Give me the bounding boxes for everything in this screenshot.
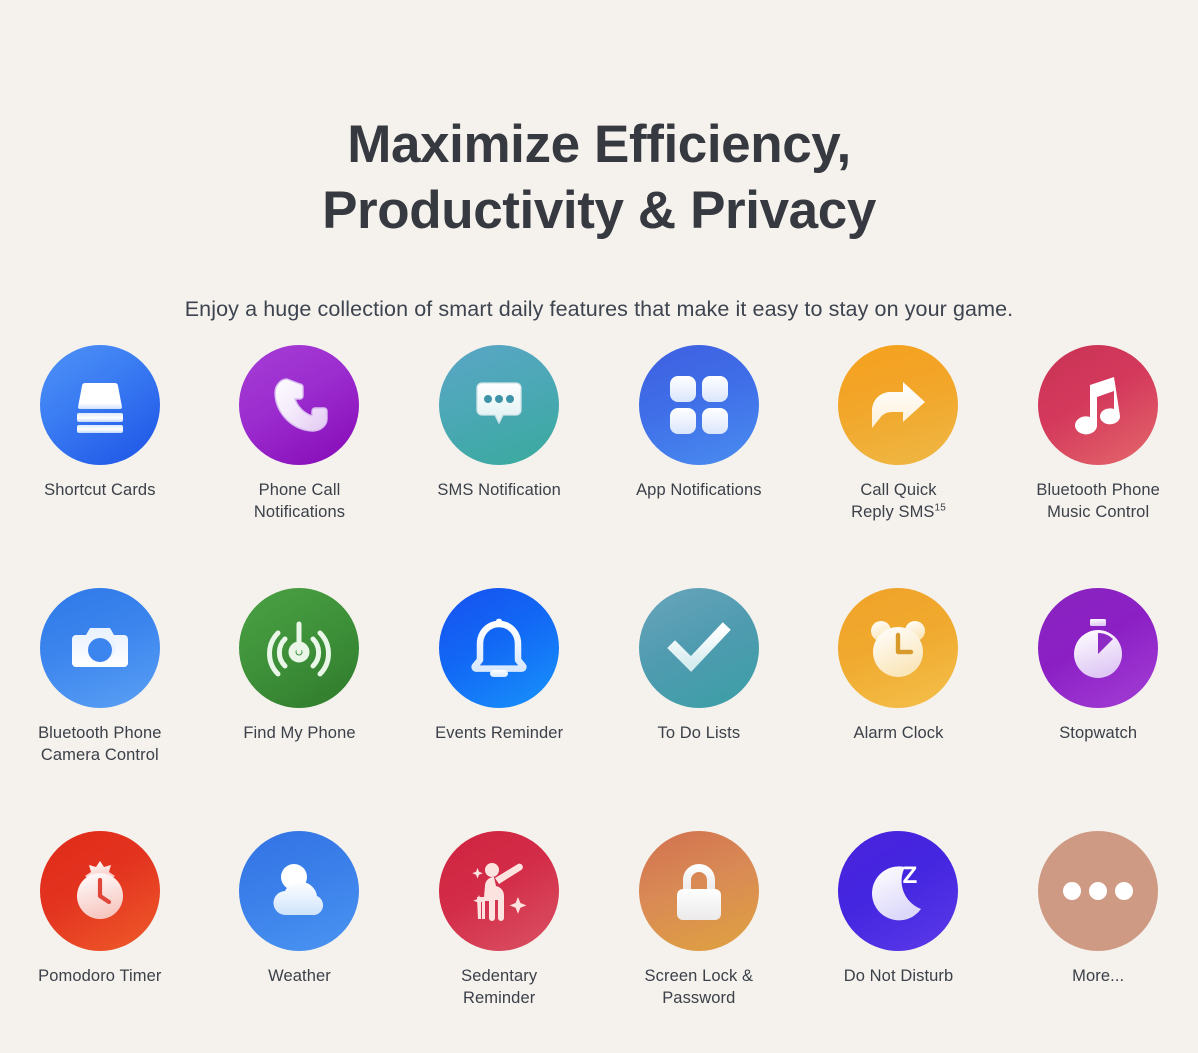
camera-icon <box>39 588 160 708</box>
feature-item-sms-notification[interactable]: SMS Notification <box>399 345 599 567</box>
feature-item-screen-lock-password[interactable]: Screen Lock & Password <box>599 831 799 1053</box>
feature-label: Bluetooth Phone Camera Control <box>38 724 162 764</box>
checkmark-icon <box>638 588 759 708</box>
feature-item-do-not-disturb[interactable]: Z Do Not Disturb <box>799 831 999 1053</box>
stretching-person-icon <box>439 831 560 951</box>
feature-item-events-reminder[interactable]: Events Reminder <box>399 588 599 810</box>
feature-grid: Shortcut Cards Phone CallNotifications <box>0 324 1198 1053</box>
feature-label: Screen Lock & Password <box>644 967 754 1007</box>
page-header: Maximize Efficiency, Productivity & Priv… <box>0 0 1198 324</box>
feature-label: Stopwatch <box>1059 724 1138 742</box>
page-subtitle: Enjoy a huge collection of smart daily f… <box>184 297 1014 321</box>
feature-item-stopwatch[interactable]: Stopwatch <box>998 588 1198 810</box>
reply-arrow-icon <box>838 345 959 465</box>
chat-bubble-icon <box>439 345 560 465</box>
feature-label: Sedentary Reminder <box>461 967 538 1007</box>
feature-item-more[interactable]: More... <box>998 831 1198 1053</box>
feature-item-to-do-lists[interactable]: To Do Lists <box>599 588 799 810</box>
page-title-line-2: Productivity & Privacy <box>322 181 876 240</box>
ellipsis-icon <box>1038 831 1159 951</box>
cloud-sun-icon <box>239 831 360 951</box>
footnote-marker: 15 <box>934 502 946 514</box>
feature-label: Pomodoro Timer <box>38 967 162 985</box>
feature-item-phone-call-notifications[interactable]: Phone Call Notifications <box>200 345 400 567</box>
padlock-icon <box>638 831 759 951</box>
feature-item-weather[interactable]: Weather <box>200 831 400 1053</box>
alarm-clock-icon <box>838 588 959 708</box>
feature-item-sedentary-reminder[interactable]: Sedentary Reminder <box>399 831 599 1053</box>
feature-label: SMS Notification <box>437 481 561 499</box>
radar-signal-icon <box>239 588 360 708</box>
feature-item-bluetooth-music-control[interactable]: Bluetooth Phone Music Control <box>998 345 1198 567</box>
feature-item-find-my-phone[interactable]: Find My Phone <box>200 588 400 810</box>
page-title: Maximize Efficiency, Productivity & Priv… <box>0 112 1198 244</box>
phone-handset-icon <box>239 345 360 465</box>
moon-z-icon: Z <box>838 831 959 951</box>
feature-label: Phone Call Notifications <box>253 481 346 521</box>
feature-item-call-quick-reply-sms[interactable]: Call Quick Reply SMS15 <box>799 345 999 567</box>
feature-showcase-page: Maximize Efficiency, Productivity & Priv… <box>0 0 1198 1045</box>
feature-label: Find My Phone <box>243 724 356 742</box>
feature-label: Do Not Disturb <box>843 967 954 985</box>
feature-item-alarm-clock[interactable]: Alarm Clock <box>799 588 999 810</box>
feature-item-bluetooth-camera-control[interactable]: Bluetooth Phone Camera Control <box>0 588 200 810</box>
feature-label: Weather <box>268 967 331 985</box>
feature-item-shortcut-cards[interactable]: Shortcut Cards <box>0 345 200 567</box>
feature-label: Call Quick Reply SMS15 <box>851 481 946 521</box>
feature-label: To Do Lists <box>657 724 741 742</box>
feature-label: Events Reminder <box>435 724 564 742</box>
page-title-line-1: Maximize Efficiency, <box>347 115 851 174</box>
music-note-icon <box>1038 345 1159 465</box>
feature-item-pomodoro-timer[interactable]: Pomodoro Timer <box>0 831 200 1053</box>
stacked-cards-icon <box>39 345 160 465</box>
app-grid-icon <box>638 345 759 465</box>
feature-label: Alarm Clock <box>853 724 944 742</box>
stopwatch-icon <box>1038 588 1159 708</box>
feature-label: Shortcut Cards <box>44 481 156 499</box>
feature-label: More... <box>1072 967 1125 985</box>
feature-item-app-notifications[interactable]: App Notifications <box>599 345 799 567</box>
svg-text:Z: Z <box>903 862 918 889</box>
bell-icon <box>439 588 560 708</box>
feature-label: App Notifications <box>636 481 762 499</box>
feature-label: Bluetooth Phone Music Control <box>1036 481 1160 521</box>
tomato-timer-icon <box>39 831 160 951</box>
